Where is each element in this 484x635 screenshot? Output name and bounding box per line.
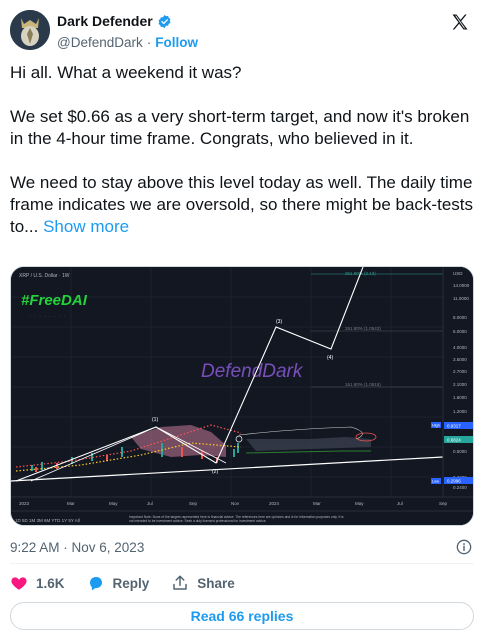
time-axis-label: Nov [231,501,240,506]
avatar-icon [10,10,50,50]
tweet-actions: 1.6K Reply Share [10,572,257,594]
fib-label: 261.80% (1.0543) [345,326,381,331]
like-count: 1.6K [36,575,65,591]
chart-disclaimer: Important Note: None of the targets repr… [129,515,344,523]
time-axis-label: 2024 [269,501,280,506]
price-scale-label: 0.2400 [453,485,467,490]
tweet-timestamp[interactable]: 9:22 AM · Nov 6, 2023 [10,540,144,555]
price-scale-label: 3.5000 [453,357,467,362]
follow-button[interactable]: Follow [155,35,198,50]
wave-label: (3) [276,319,282,325]
verified-badge-icon [158,14,171,28]
timeframe-selector: 1D 5D 1M 3M 6M YTD 1Y 5Y All [15,518,80,523]
avatar[interactable] [10,10,50,50]
tweet-header: Dark Defender @DefendDark · Follow [10,8,476,52]
reply-label: Reply [112,575,150,591]
x-logo-icon[interactable] [450,12,470,32]
price-tag: 0.9317 [447,424,461,429]
time-axis-label: Jul [147,501,153,506]
price-scale-label: 1.6000 [453,395,467,400]
tweet-text: Hi all. What a weekend it was? We set $0… [10,62,476,238]
tweet-media-image[interactable]: XRP / U.S. Dollar · 1W #FreeDAI · · · · … [10,266,474,526]
heart-icon [11,577,27,590]
name-row: Dark Defender [57,13,172,29]
price-scale-label: 0.5000 [453,449,467,454]
price-scale-label: 4.0000 [453,345,467,350]
time-axis-label: Sep [439,501,448,506]
chart-watermark: DefendDark [201,361,304,382]
handle[interactable]: @DefendDark [57,35,143,50]
price-scale-label: 2.7000 [453,369,467,374]
price-scale-label: USD [453,271,463,276]
like-button[interactable]: 1.6K [10,574,65,592]
price-tag: 0.2996 [447,479,461,484]
price-tag-high: High [432,424,440,428]
read-replies-button[interactable]: Read 66 replies [10,602,474,630]
share-icon [173,575,188,590]
time-axis-label: Jul [397,501,403,506]
tweet-paragraph: We need to stay above this level today a… [10,172,476,238]
price-scale-label: 14.0000 [453,283,470,288]
reply-icon [89,577,102,591]
time-axis-label: May [355,501,364,506]
handle-row: @DefendDark · Follow [57,35,198,50]
wave-label: (4) [327,355,333,361]
svg-text:· · · · · · · ·: · · · · · · · · [29,312,66,321]
price-scale-label: 11.0000 [453,296,469,301]
show-more-link[interactable]: Show more [43,217,129,236]
time-axis-label: May [109,501,118,506]
price-scale-label: 6.0000 [453,329,467,334]
share-label: Share [197,575,235,591]
chart-image: XRP / U.S. Dollar · 1W #FreeDAI · · · · … [11,267,473,525]
tweet-paragraph: Hi all. What a weekend it was? [10,63,242,82]
price-scale-label: 8.0000 [453,315,467,320]
fib-label: 161.80% (1.0815) [345,382,381,387]
share-button[interactable]: Share [171,574,235,592]
time-axis-label: Mar [67,501,75,506]
separator: · [146,35,152,50]
time-axis-label: 2023 [19,501,30,506]
tweet-paragraph: We set $0.66 as a very short-term target… [10,107,470,148]
price-scale-label: 2.1000 [453,382,467,387]
wave-label: (1) [152,417,158,423]
time-axis-label: Mar [313,501,321,506]
display-name[interactable]: Dark Defender [57,13,153,29]
info-icon[interactable] [456,539,472,555]
divider [10,563,474,564]
reply-button[interactable]: Reply [87,574,150,592]
chart-header: XRP / U.S. Dollar · 1W [19,273,70,279]
chart-hashtag: #FreeDAI [21,292,88,309]
time-axis-label: Sep [189,501,198,506]
price-tag: 0.6824 [447,438,461,443]
price-scale-label: 1.2000 [453,409,467,414]
price-tag-low: Low [432,480,439,484]
wave-label: (2) [212,469,218,475]
